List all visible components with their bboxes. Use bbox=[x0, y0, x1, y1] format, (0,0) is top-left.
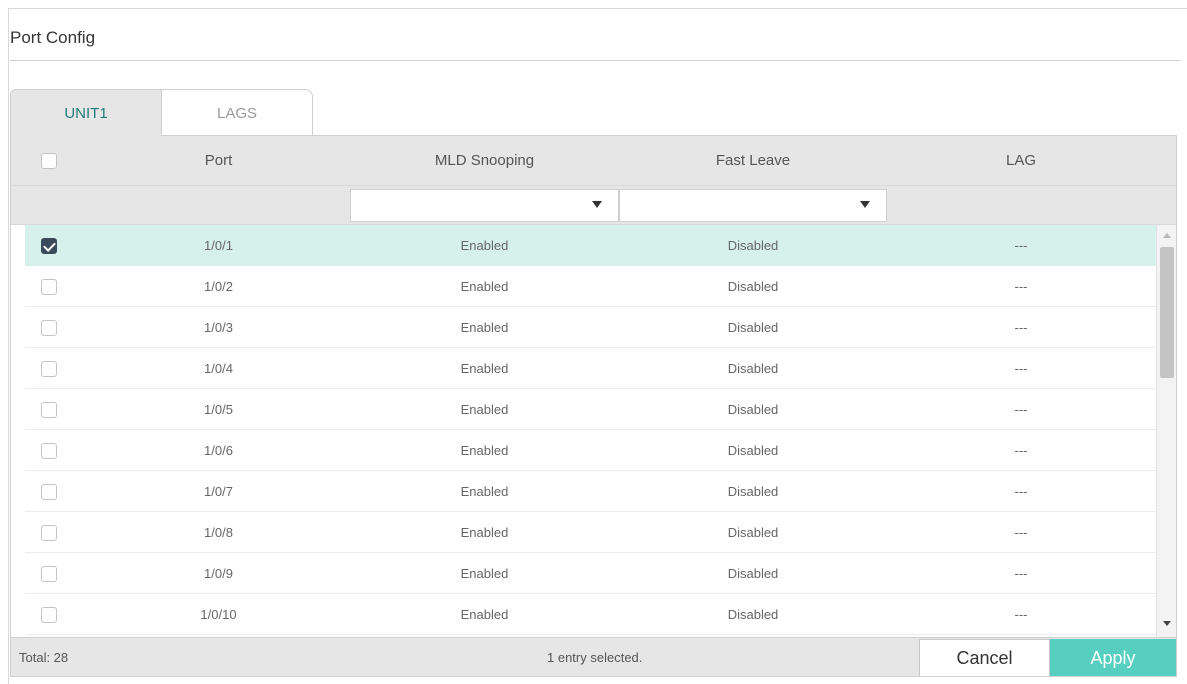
lag-cell: --- bbox=[1014, 443, 1028, 458]
fast-leave-cell: Disabled bbox=[727, 566, 779, 581]
select-all-checkbox[interactable] bbox=[41, 152, 57, 169]
row-checkbox-cell bbox=[41, 443, 57, 462]
header-port[interactable]: Port bbox=[87, 152, 350, 169]
fast-leave-cell: Disabled bbox=[727, 525, 779, 540]
fast-leave-cell: Disabled bbox=[727, 361, 779, 376]
table-footer: Total: 28 1 entry selected. Cancel Apply bbox=[11, 637, 1176, 676]
mld-snooping-cell: Enabled bbox=[460, 320, 509, 335]
total-count: Total: 28 bbox=[19, 650, 69, 665]
table-row[interactable]: 1/0/6 Enabled Disabled --- bbox=[25, 430, 1156, 471]
selection-status: 1 entry selected. bbox=[547, 650, 643, 665]
mld-snooping-cell: Enabled bbox=[460, 525, 509, 540]
table-row[interactable]: 1/0/5 Enabled Disabled --- bbox=[25, 389, 1156, 430]
row-checkbox[interactable] bbox=[41, 443, 57, 459]
fast-leave-cell: Disabled bbox=[727, 607, 779, 622]
header-fast-leave[interactable]: Fast Leave bbox=[619, 152, 887, 169]
lag-cell: --- bbox=[1014, 525, 1028, 540]
table-row[interactable]: 1/0/3 Enabled Disabled --- bbox=[25, 307, 1156, 348]
table-row[interactable]: 1/0/9 Enabled Disabled --- bbox=[25, 553, 1156, 594]
port-cell: 1/0/6 bbox=[204, 443, 233, 458]
fast-leave-cell: Disabled bbox=[727, 279, 779, 294]
scroll-down-icon[interactable] bbox=[1163, 621, 1171, 626]
scroll-up-icon[interactable] bbox=[1163, 233, 1171, 238]
mld-snooping-cell: Enabled bbox=[460, 607, 509, 622]
mld-snooping-cell: Enabled bbox=[460, 402, 509, 417]
mld-snooping-cell: Enabled bbox=[460, 279, 509, 294]
tab-lags[interactable]: LAGS bbox=[162, 89, 313, 136]
port-cell: 1/0/2 bbox=[204, 279, 233, 294]
row-checkbox-cell bbox=[41, 566, 57, 585]
table-row[interactable]: 1/0/10 Enabled Disabled --- bbox=[25, 594, 1156, 635]
fast-leave-cell: Disabled bbox=[727, 238, 779, 253]
row-checkbox-cell bbox=[41, 361, 57, 380]
mld-snooping-cell: Enabled bbox=[460, 443, 509, 458]
port-cell: 1/0/5 bbox=[204, 402, 233, 417]
lag-cell: --- bbox=[1014, 320, 1028, 335]
row-checkbox[interactable] bbox=[41, 484, 57, 500]
row-checkbox[interactable] bbox=[41, 279, 57, 295]
header-lag[interactable]: LAG bbox=[887, 152, 1155, 169]
fast-leave-cell: Disabled bbox=[727, 320, 779, 335]
lag-cell: --- bbox=[1014, 402, 1028, 417]
fast-leave-cell: Disabled bbox=[727, 443, 779, 458]
scrollbar-thumb[interactable] bbox=[1160, 247, 1174, 378]
tab-bar: UNIT1 LAGS bbox=[10, 89, 313, 136]
mld-snooping-cell: Enabled bbox=[460, 238, 509, 253]
lag-cell: --- bbox=[1014, 279, 1028, 294]
row-checkbox-cell bbox=[41, 320, 57, 339]
chevron-down-icon bbox=[860, 201, 870, 208]
table-row[interactable]: 1/0/7 Enabled Disabled --- bbox=[25, 471, 1156, 512]
row-checkbox[interactable] bbox=[41, 607, 57, 623]
table-row[interactable]: 1/0/2 Enabled Disabled --- bbox=[25, 266, 1156, 307]
fast-leave-cell: Disabled bbox=[727, 484, 779, 499]
table-row[interactable]: 1/0/4 Enabled Disabled --- bbox=[25, 348, 1156, 389]
table-scrollbar[interactable] bbox=[1156, 225, 1176, 637]
row-checkbox-cell bbox=[41, 238, 57, 257]
row-checkbox[interactable] bbox=[41, 402, 57, 418]
table-row[interactable]: 1/0/1 Enabled Disabled --- bbox=[25, 225, 1156, 266]
port-cell: 1/0/1 bbox=[204, 238, 233, 253]
table-row[interactable]: 1/0/8 Enabled Disabled --- bbox=[25, 512, 1156, 553]
chevron-down-icon bbox=[592, 201, 602, 208]
title-divider bbox=[10, 60, 1180, 61]
lag-cell: --- bbox=[1014, 484, 1028, 499]
port-cell: 1/0/9 bbox=[204, 566, 233, 581]
tab-unit1[interactable]: UNIT1 bbox=[10, 89, 162, 136]
mld-snooping-cell: Enabled bbox=[460, 566, 509, 581]
fast-leave-cell: Disabled bbox=[727, 402, 779, 417]
row-checkbox[interactable] bbox=[41, 525, 57, 541]
mld-snooping-cell: Enabled bbox=[460, 361, 509, 376]
row-checkbox-cell bbox=[41, 402, 57, 421]
apply-button[interactable]: Apply bbox=[1050, 639, 1176, 676]
mld-snooping-cell: Enabled bbox=[460, 484, 509, 499]
row-checkbox-cell bbox=[41, 607, 57, 626]
table-body: 1/0/1 Enabled Disabled --- 1/0/2 Enabled Disab… bbox=[25, 225, 1156, 637]
row-checkbox-cell bbox=[41, 525, 57, 544]
cancel-button[interactable]: Cancel bbox=[919, 639, 1050, 676]
row-checkbox[interactable] bbox=[41, 566, 57, 582]
header-mld-snooping[interactable]: MLD Snooping bbox=[350, 152, 619, 169]
port-config-table: Port MLD Snooping Fast Leave LAG 1/0/1 En… bbox=[10, 135, 1177, 677]
row-checkbox-cell bbox=[41, 279, 57, 298]
port-cell: 1/0/3 bbox=[204, 320, 233, 335]
port-cell: 1/0/4 bbox=[204, 361, 233, 376]
lag-cell: --- bbox=[1014, 607, 1028, 622]
row-checkbox[interactable] bbox=[41, 361, 57, 377]
select-all-cell bbox=[11, 152, 87, 169]
page-title: Port Config bbox=[10, 28, 96, 47]
lag-cell: --- bbox=[1014, 361, 1028, 376]
port-cell: 1/0/8 bbox=[204, 525, 233, 540]
row-checkbox[interactable] bbox=[41, 320, 57, 336]
lag-cell: --- bbox=[1014, 238, 1028, 253]
lag-cell: --- bbox=[1014, 566, 1028, 581]
mld-snooping-filter-select[interactable] bbox=[350, 189, 619, 222]
table-header: Port MLD Snooping Fast Leave LAG bbox=[11, 136, 1176, 185]
port-cell: 1/0/7 bbox=[204, 484, 233, 499]
row-checkbox-cell bbox=[41, 484, 57, 503]
fast-leave-filter-select[interactable] bbox=[619, 189, 887, 222]
row-checkbox[interactable] bbox=[41, 238, 57, 254]
port-cell: 1/0/10 bbox=[200, 607, 237, 622]
filter-row bbox=[11, 185, 1176, 225]
